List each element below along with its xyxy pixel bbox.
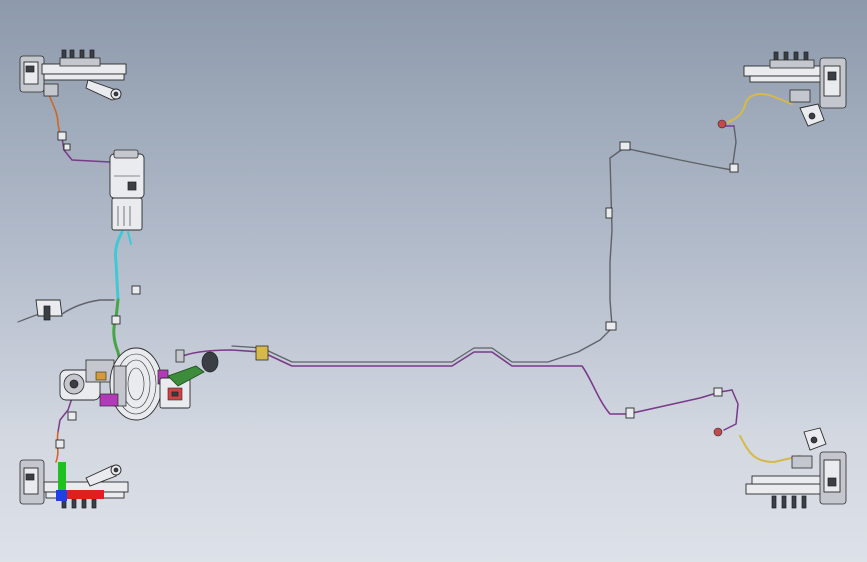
main-rear-brake-line-grey[interactable]: [231, 327, 613, 363]
reservoir-hose[interactable]: [114, 230, 124, 302]
disc-brake-icon: [19, 459, 129, 509]
front-right-flex-hose[interactable]: [727, 93, 793, 123]
fluid-reservoir[interactable]: [109, 149, 145, 231]
left-cross-line[interactable]: [61, 299, 115, 315]
front-left-flex-hose[interactable]: [47, 91, 61, 135]
front-right-brake-assembly[interactable]: [743, 51, 847, 127]
disc-brake-icon: [743, 51, 847, 127]
brake-pedal[interactable]: [167, 349, 219, 387]
disc-brake-icon: [19, 49, 127, 101]
disc-brake-icon: [745, 427, 847, 509]
rear-left-brake-assembly[interactable]: [19, 459, 129, 509]
brake-booster[interactable]: [109, 347, 163, 421]
rear-right-brake-assembly[interactable]: [745, 427, 847, 509]
front-left-brake-assembly[interactable]: [19, 49, 127, 101]
line-mounting-bracket[interactable]: [35, 299, 63, 321]
front-right-supply-line[interactable]: [609, 125, 737, 327]
reservoir-icon: [109, 149, 145, 231]
supply-hose[interactable]: [112, 298, 122, 364]
triad-x-axis: [62, 490, 104, 499]
pedal-icon: [167, 349, 219, 387]
cad-viewport[interactable]: [0, 0, 867, 562]
reservoir-hose-right[interactable]: [127, 231, 132, 245]
rear-right-brake-line[interactable]: [723, 389, 739, 431]
brake-system-assembly[interactable]: [0, 0, 867, 562]
booster-icon: [109, 347, 163, 421]
rear-right-flex-hose[interactable]: [739, 435, 801, 463]
triad-z-axis: [56, 490, 67, 501]
